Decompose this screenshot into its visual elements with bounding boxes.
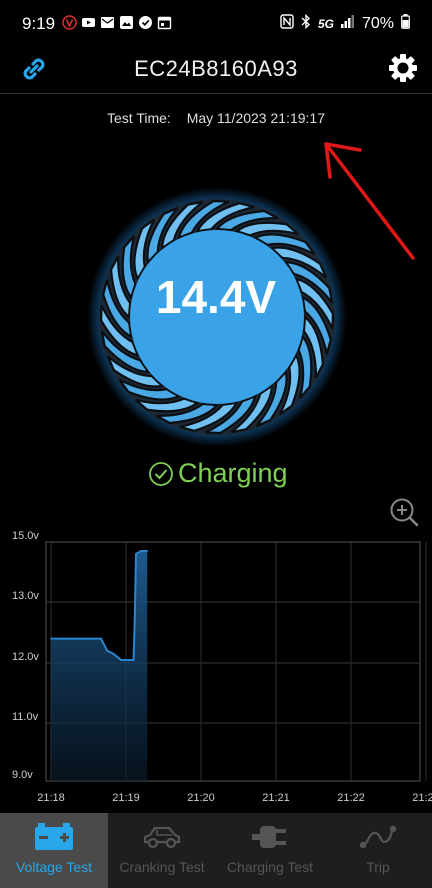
status-label: Charging	[178, 458, 288, 488]
nav-label-voltage-test: Voltage Test	[15, 859, 93, 875]
gallery-icon	[119, 15, 134, 30]
battery-icon	[35, 823, 73, 850]
route-icon	[359, 825, 397, 849]
y-tick-label: 11.0v	[12, 711, 39, 723]
chart-point	[125, 659, 127, 661]
check-circle-icon	[149, 461, 173, 486]
battery-icon	[401, 14, 410, 33]
chart-point	[140, 550, 142, 552]
x-tick-label: 21:20	[187, 792, 215, 804]
network-type: 5G	[317, 16, 334, 31]
chart-point	[100, 637, 102, 640]
x-tick-label: 21:21	[262, 792, 290, 804]
chart-point	[132, 659, 135, 661]
y-tick-label: 15.0v	[12, 530, 39, 542]
system-icons: 5G 70%	[280, 13, 410, 33]
status-bar: 9:19 5G 70%	[0, 0, 432, 48]
status-time: 9:19	[22, 14, 56, 33]
gear-icon	[389, 54, 417, 82]
app-header: EC24B8160A93	[0, 48, 432, 94]
x-tick-label: 21:23	[412, 792, 432, 804]
y-tick-label: 12.0v	[12, 651, 39, 663]
chart-point	[50, 637, 52, 640]
nfc-icon	[280, 14, 294, 33]
bottom-nav: Voltage Test Cranking Test Charging Test…	[0, 813, 432, 888]
nav-label-cranking-test: Cranking Test	[119, 859, 205, 875]
chart-point	[106, 650, 109, 652]
calendar-icon	[157, 15, 172, 30]
app-v-icon	[62, 15, 77, 30]
test-time-value: May 11/2023 21:19:17	[186, 110, 325, 126]
chart-point	[112, 653, 115, 655]
nav-charging-test[interactable]: Charging Test	[216, 813, 324, 888]
plug-icon	[252, 826, 286, 848]
settings-button[interactable]	[386, 51, 420, 85]
voltage-value: 14.4V	[155, 271, 277, 323]
device-title: EC24B8160A93	[134, 56, 298, 81]
notification-icons	[62, 15, 172, 30]
y-tick-label: 9.0v	[12, 769, 33, 781]
test-time-label: Test Time:	[107, 110, 171, 126]
youtube-icon	[81, 15, 96, 30]
nav-cranking-test[interactable]: Cranking Test	[108, 813, 216, 888]
car-icon	[143, 826, 181, 849]
chart-point	[135, 553, 137, 555]
charging-status: Charging	[148, 458, 288, 489]
zoom-in-button[interactable]	[388, 496, 420, 528]
x-tick-label: 21:19	[112, 792, 140, 804]
chart-point	[87, 637, 90, 640]
nav-label-charging-test: Charging Test	[226, 859, 314, 875]
chart-point	[146, 550, 149, 552]
bluetooth-icon	[301, 13, 311, 33]
test-time: Test Time: May 11/2023 21:19:17	[0, 110, 432, 126]
x-tick-label: 21:22	[337, 792, 365, 804]
voltage-chart: 15.0v 13.0v 12.0v 11.0v 9.0v 21:18 21:19 21:20 2…	[12, 530, 432, 804]
nav-trip[interactable]: Trip	[324, 813, 432, 888]
x-tick-label: 21:18	[37, 792, 65, 804]
zoom-in-icon	[390, 498, 419, 527]
y-tick-label: 13.0v	[12, 590, 39, 602]
nav-voltage-test[interactable]: Voltage Test	[0, 813, 108, 888]
chart-point	[120, 659, 122, 661]
check-circle-icon	[138, 15, 153, 30]
nav-label-trip: Trip	[366, 859, 390, 875]
signal-icon	[340, 15, 355, 32]
mail-icon	[100, 15, 115, 30]
battery-percent: 70%	[361, 14, 394, 32]
chart-point	[133, 619, 136, 622]
